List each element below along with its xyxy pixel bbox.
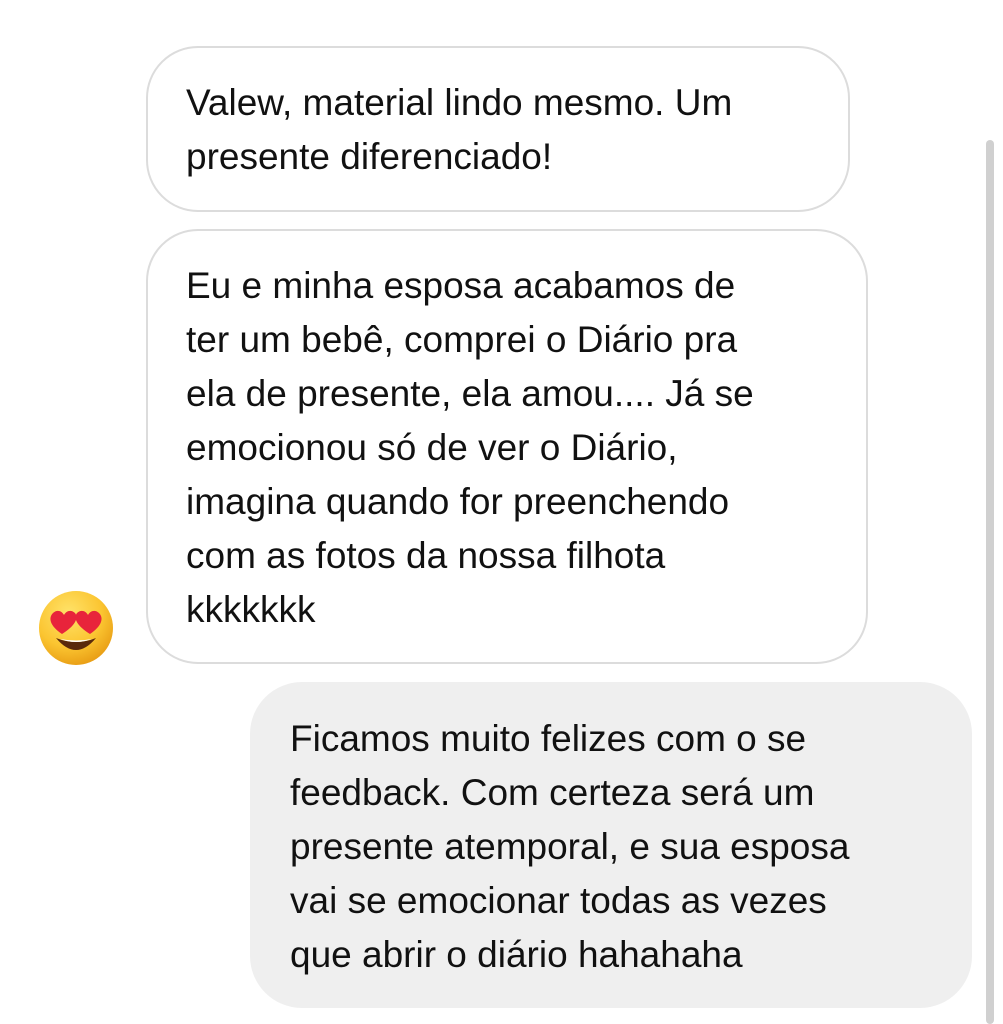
heart-eyes-emoji-icon[interactable] bbox=[36, 588, 116, 668]
scrollbar[interactable] bbox=[986, 140, 994, 1024]
message-thread[interactable]: Valew, material lindo mesmo. Um presente… bbox=[0, 0, 1003, 1024]
heart-eyes-emoji-graphic bbox=[39, 591, 113, 665]
sent-message-bubble[interactable]: Ficamos muito felizes com o se feedback.… bbox=[250, 682, 972, 1008]
received-message-bubble[interactable]: Valew, material lindo mesmo. Um presente… bbox=[146, 46, 850, 212]
received-message-bubble[interactable]: Eu e minha esposa acabamos de ter um beb… bbox=[146, 229, 868, 664]
